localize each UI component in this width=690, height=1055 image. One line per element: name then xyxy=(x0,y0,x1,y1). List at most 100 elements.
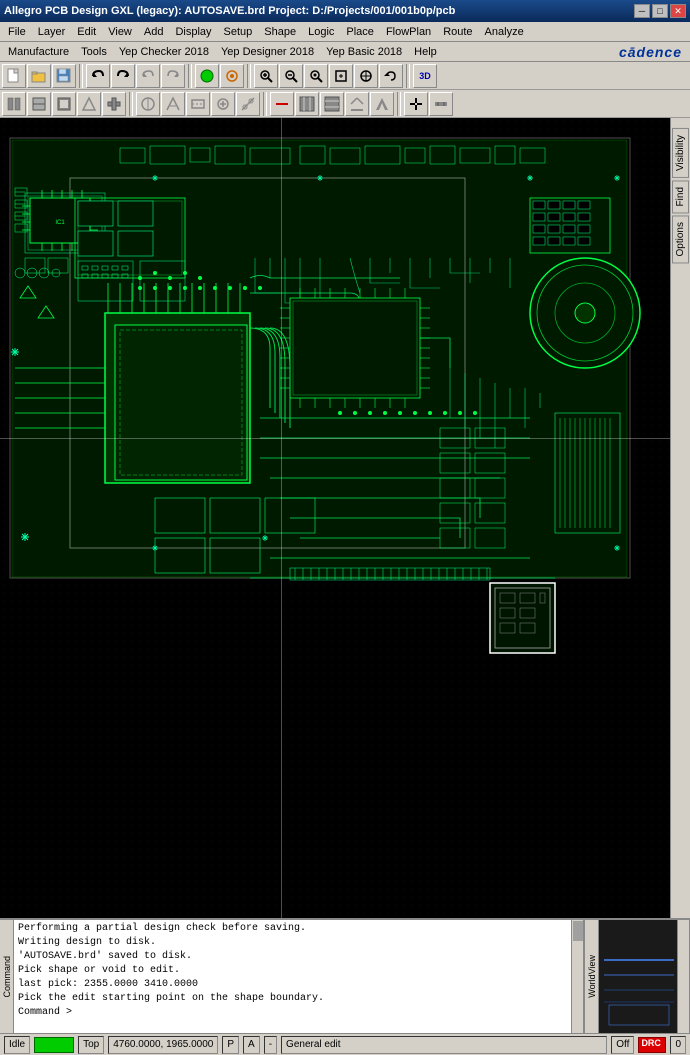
cadence-logo: cādence xyxy=(619,44,688,60)
menu-place[interactable]: Place xyxy=(340,24,380,40)
menu-layer[interactable]: Layer xyxy=(32,24,72,40)
tb2-btn6[interactable] xyxy=(136,92,160,116)
options-tab[interactable]: Options xyxy=(672,215,689,263)
coordinates-status: 4760.0000, 1965.0000 xyxy=(108,1036,218,1054)
3d-button[interactable]: 3D xyxy=(413,64,437,88)
title-bar: Allegro PCB Design GXL (legacy): AUTOSAV… xyxy=(0,0,690,22)
tb2-btn5[interactable] xyxy=(102,92,126,116)
tb2-btn11[interactable] xyxy=(270,92,294,116)
menu-bar-2: Manufacture Tools Yep Checker 2018 Yep D… xyxy=(0,42,690,62)
zoom-center-button[interactable] xyxy=(354,64,378,88)
tb2-btn17[interactable] xyxy=(429,92,453,116)
tb2-btn12[interactable] xyxy=(295,92,319,116)
pcb-board-svg[interactable]: IC1 xyxy=(0,118,670,918)
find-tab[interactable]: Find xyxy=(672,180,689,213)
tb2-btn8[interactable] xyxy=(186,92,210,116)
log-panel: Command Performing a partial design chec… xyxy=(0,920,585,1033)
ratsnest-button[interactable] xyxy=(220,64,244,88)
counter-status: 0 xyxy=(670,1036,686,1054)
menu-yep-basic[interactable]: Yep Basic 2018 xyxy=(320,44,408,60)
menu-display[interactable]: Display xyxy=(169,24,217,40)
activity-indicator xyxy=(34,1037,74,1053)
redo2-button[interactable] xyxy=(161,64,185,88)
toolbar-sep-1 xyxy=(79,64,83,88)
toolbar-sep-4 xyxy=(406,64,410,88)
worldview-label: WorldView xyxy=(585,920,599,1033)
worldview-scrollbar[interactable] xyxy=(677,920,689,1033)
menu-file[interactable]: File xyxy=(2,24,32,40)
log-line-4: Pick shape or void to edit. xyxy=(18,964,567,978)
toolbar2-sep3 xyxy=(397,92,401,116)
mode-status: General edit xyxy=(281,1036,607,1054)
menu-view[interactable]: View xyxy=(102,24,138,40)
window-title: Allegro PCB Design GXL (legacy): AUTOSAV… xyxy=(4,5,455,17)
toolbar-1: 3D xyxy=(0,62,690,90)
open-button[interactable] xyxy=(27,64,51,88)
tb2-btn10[interactable] xyxy=(236,92,260,116)
tb2-btn7[interactable] xyxy=(161,92,185,116)
menu-flowplan[interactable]: FlowPlan xyxy=(380,24,437,40)
window-controls: ─ □ ✕ xyxy=(634,4,686,18)
log-label: Command xyxy=(0,920,14,1033)
maximize-button[interactable]: □ xyxy=(652,4,668,18)
menu-yep-checker[interactable]: Yep Checker 2018 xyxy=(113,44,215,60)
spin-button[interactable] xyxy=(379,64,403,88)
log-content[interactable]: Performing a partial design check before… xyxy=(14,920,571,1022)
menu-edit[interactable]: Edit xyxy=(71,24,102,40)
tb2-btn13[interactable] xyxy=(320,92,344,116)
menu-setup[interactable]: Setup xyxy=(218,24,259,40)
svg-text:IC1: IC1 xyxy=(55,220,65,226)
drc-indicator[interactable]: DRC xyxy=(638,1037,666,1053)
zoom-out-button[interactable] xyxy=(279,64,303,88)
pcb-canvas[interactable]: IC1 xyxy=(0,118,670,918)
toolbar-sep-2 xyxy=(188,64,192,88)
menu-bar-1: File Layer Edit View Add Display Setup S… xyxy=(0,22,690,42)
tb2-btn15[interactable] xyxy=(370,92,394,116)
toolbar2-sep1 xyxy=(129,92,133,116)
menu-help[interactable]: Help xyxy=(408,44,443,60)
menu-analyze[interactable]: Analyze xyxy=(479,24,530,40)
log-scroll-thumb[interactable] xyxy=(573,921,583,941)
zoom-in-button[interactable] xyxy=(254,64,278,88)
save-button[interactable] xyxy=(52,64,76,88)
minimize-button[interactable]: ─ xyxy=(634,4,650,18)
status-bar: Idle Top 4760.0000, 1965.0000 P A - Gene… xyxy=(0,1033,690,1055)
off-label: Off xyxy=(611,1036,634,1054)
new-button[interactable] xyxy=(2,64,26,88)
worldview-panel: WorldView xyxy=(585,920,690,1033)
log-line-2: Writing design to disk. xyxy=(18,936,567,950)
log-scrollbar[interactable] xyxy=(571,920,583,1033)
menu-manufacture[interactable]: Manufacture xyxy=(2,44,75,60)
tb2-btn4[interactable] xyxy=(77,92,101,116)
redo-button[interactable] xyxy=(111,64,135,88)
menu-route[interactable]: Route xyxy=(437,24,478,40)
close-button[interactable]: ✕ xyxy=(670,4,686,18)
toolbar2-sep2 xyxy=(263,92,267,116)
log-line-5: last pick: 2355.0000 3410.0000 xyxy=(18,978,567,992)
toolbar-sep-3 xyxy=(247,64,251,88)
tb2-btn14[interactable] xyxy=(345,92,369,116)
menu-add[interactable]: Add xyxy=(138,24,170,40)
menu-logic[interactable]: Logic xyxy=(302,24,340,40)
menu-yep-designer[interactable]: Yep Designer 2018 xyxy=(215,44,320,60)
bottom-area: Command Performing a partial design chec… xyxy=(0,918,690,1033)
menu-tools[interactable]: Tools xyxy=(75,44,113,60)
tb2-btn2[interactable] xyxy=(27,92,51,116)
coord-p-indicator: P xyxy=(222,1036,239,1054)
log-line-7: Command > xyxy=(18,1006,567,1020)
zoom-fit-button[interactable] xyxy=(329,64,353,88)
main-area: IC1 xyxy=(0,118,690,918)
undo2-button[interactable] xyxy=(136,64,160,88)
tb2-btn16[interactable] xyxy=(404,92,428,116)
tb2-btn1[interactable] xyxy=(2,92,26,116)
worldview-canvas[interactable] xyxy=(599,920,689,1033)
visibility-tab[interactable]: Visibility xyxy=(672,128,689,178)
zoom-world-button[interactable] xyxy=(304,64,328,88)
tb2-btn9[interactable] xyxy=(211,92,235,116)
right-panel: Visibility Find Options xyxy=(670,118,690,918)
add-connect-button[interactable] xyxy=(195,64,219,88)
tb2-btn3[interactable] xyxy=(52,92,76,116)
separator-status: - xyxy=(264,1036,277,1054)
undo-button[interactable] xyxy=(86,64,110,88)
menu-shape[interactable]: Shape xyxy=(258,24,302,40)
